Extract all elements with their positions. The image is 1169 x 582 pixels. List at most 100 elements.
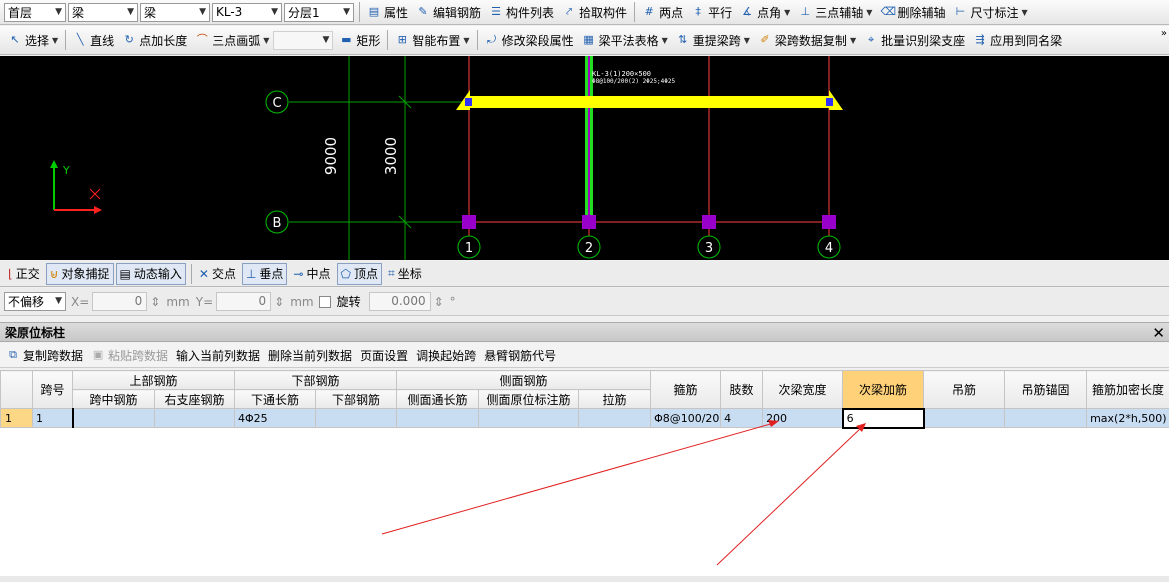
header-top-rebar[interactable]: 上部钢筋 (71, 370, 236, 390)
x-input[interactable]: 0 (92, 292, 148, 311)
paste-span-button[interactable]: ▣ 粘贴跨数据 (87, 344, 172, 366)
x-spinner-icon[interactable]: ⇕ (150, 295, 160, 309)
drawing-canvas[interactable]: KL-3(1)200×500 Φ8@100/200(2) 2Φ25;4Φ25 C… (0, 56, 1169, 260)
header-hanger[interactable]: 吊筋 (923, 370, 1006, 409)
header-dense-length[interactable]: 箍筋加密长度 (1086, 370, 1169, 409)
arc-option-select[interactable]: ▼ (273, 30, 334, 50)
span-copy-button[interactable]: ✐ 梁跨数据复制 ▼ (754, 29, 860, 51)
header-tie[interactable]: 拉筋 (578, 389, 652, 409)
properties-button[interactable]: ▤ 属性 (363, 1, 412, 23)
coordinate-snap[interactable]: ⌗ 坐标 (384, 263, 426, 285)
rotate-spinner-icon[interactable]: ⇕ (434, 295, 444, 309)
type-select[interactable]: 梁 ▼ (140, 2, 210, 22)
offset-mode-select[interactable]: 不偏移 ▼ (4, 292, 66, 311)
header-side-rebar[interactable]: 侧面钢筋 (396, 370, 652, 390)
perpendicular-snap[interactable]: ⊥ 垂点 (241, 262, 288, 285)
input-column-button[interactable]: 输入当前列数据 (172, 344, 264, 366)
header-secondary-add[interactable]: 次梁加筋 (842, 370, 925, 409)
category-select[interactable]: 梁 ▼ (68, 2, 138, 22)
flat-table-button[interactable]: ▦ 梁平法表格 ▼ (578, 29, 672, 51)
table-row[interactable]: 1 1 4Φ25 Φ8@100/20 4 200 6 max(2*h,500) (0, 407, 1169, 429)
vertex-snap[interactable]: ⬠ 顶点 (336, 262, 382, 285)
intersection-snap[interactable]: ✕ 交点 (195, 263, 240, 285)
row-number[interactable]: 1 (0, 408, 33, 428)
component-list-button[interactable]: ☰ 构件列表 (485, 1, 558, 23)
two-points-button[interactable]: # 两点 (638, 1, 687, 23)
point-length-button[interactable]: ↻ 点加长度 (118, 29, 191, 51)
header-stirrup[interactable]: 箍筋 (650, 370, 722, 409)
column-b4[interactable] (822, 215, 836, 229)
magnet-icon: ⊌ (49, 266, 59, 281)
dimension-button[interactable]: ⊢ 尺寸标注 ▼ (949, 1, 1031, 23)
header-span-no[interactable]: 跨号 (32, 370, 73, 409)
y-spinner-icon[interactable]: ⇕ (274, 295, 284, 309)
column-b1[interactable] (462, 215, 476, 229)
cell-right-support[interactable] (153, 408, 236, 428)
cell-bottom[interactable] (315, 408, 398, 428)
cell-secondary-width[interactable]: 200 (762, 408, 844, 428)
relift-span-button[interactable]: ⇅ 重提梁跨 ▼ (672, 29, 754, 51)
top-toolbar: 首层 ▼ 梁 ▼ 梁 ▼ KL-3 ▼ 分层1 ▼ ▤ 属性 ✎ 编辑钢筋 ☰ 构件列表 ⤤ 拾取… (0, 0, 1169, 25)
cell-hanger-anchor[interactable] (1004, 408, 1088, 428)
header-bottom-through[interactable]: 下通长筋 (234, 389, 317, 409)
column-b2[interactable] (582, 215, 596, 229)
cell-mid-span[interactable] (71, 408, 155, 428)
header-hanger-anchor[interactable]: 吊筋锚固 (1004, 370, 1088, 409)
close-icon[interactable]: ✕ (1152, 323, 1165, 343)
cell-tie[interactable] (578, 408, 652, 428)
cell-side-through[interactable] (396, 408, 480, 428)
smart-layout-button[interactable]: ⊞ 智能布置 ▼ (391, 29, 473, 51)
y-input[interactable]: 0 (216, 292, 272, 311)
cell-side-original[interactable] (478, 408, 580, 428)
three-point-arc-button[interactable]: ⌒ 三点画弧 ▼ (191, 29, 273, 51)
header-right-support[interactable]: 右支座钢筋 (153, 389, 236, 409)
pick-component-button[interactable]: ⤤ 拾取构件 (558, 1, 631, 23)
object-snap-toggle[interactable]: ⊌ 对象捕捉 (45, 262, 114, 285)
header-secondary-width[interactable]: 次梁宽度 (762, 370, 844, 409)
floor-select[interactable]: 首层 ▼ (4, 2, 66, 22)
three-point-axis-button[interactable]: ⊥ 三点辅轴 ▼ (794, 1, 876, 23)
cell-bottom-through[interactable]: 4Φ25 (234, 408, 317, 428)
ortho-toggle[interactable]: ⌊ 正交 (4, 263, 44, 285)
rectangle-button[interactable]: ▬ 矩形 (335, 29, 384, 51)
layer-select[interactable]: 分层1 ▼ (284, 2, 354, 22)
dynamic-input-toggle[interactable]: ▤ 动态输入 (115, 262, 186, 285)
parallel-button[interactable]: ‡ 平行 (687, 1, 736, 23)
cantilever-code-button[interactable]: 悬臂钢筋代号 (480, 344, 560, 366)
cell-stirrup[interactable]: Φ8@100/20 (650, 408, 722, 428)
component-select[interactable]: KL-3 ▼ (212, 2, 282, 22)
page-setup-button[interactable]: 页面设置 (356, 344, 412, 366)
delete-axis-button[interactable]: ⌫ 删除辅轴 (876, 1, 949, 23)
modify-segment-button[interactable]: ⤾ 修改梁段属性 (481, 29, 578, 51)
cell-dense-length[interactable]: max(2*h,500) (1086, 408, 1169, 428)
beam-annotation: KL-3(1)200×500 (592, 70, 651, 78)
pick-component-label: 拾取构件 (579, 5, 628, 20)
header-side-original[interactable]: 侧面原位标注筋 (478, 389, 580, 409)
column-b3[interactable] (702, 215, 716, 229)
apply-same-name-button[interactable]: ⇶ 应用到同名梁 (969, 29, 1066, 51)
delete-column-button[interactable]: 删除当前列数据 (264, 344, 356, 366)
batch-identify-button[interactable]: ⌖ 批量识别梁支座 (860, 29, 969, 51)
cell-hanger[interactable] (923, 408, 1006, 428)
layer-value: 分层1 (288, 5, 320, 20)
adjust-start-button[interactable]: 调换起始跨 (412, 344, 480, 366)
header-bottom-rebar[interactable]: 下部钢筋 (234, 370, 398, 390)
rotate-checkbox[interactable] (318, 295, 331, 308)
line-button[interactable]: ╲ 直线 (69, 29, 118, 51)
toolbar-overflow-icon[interactable]: » (1161, 28, 1167, 39)
header-side-through[interactable]: 侧面通长筋 (396, 389, 480, 409)
beam-kl3[interactable] (470, 96, 829, 108)
midpoint-snap[interactable]: ⊸ 中点 (289, 263, 334, 285)
cell-legs[interactable]: 4 (720, 408, 764, 428)
header-mid-span[interactable]: 跨中钢筋 (72, 389, 155, 409)
copy-span-button[interactable]: ⧉ 复制跨数据 (2, 344, 87, 366)
select-button[interactable]: ↖ 选择 ▼ (4, 29, 62, 51)
edit-rebar-button[interactable]: ✎ 编辑钢筋 (412, 1, 485, 23)
point-angle-button[interactable]: ∡ 点角 ▼ (736, 1, 794, 23)
rotate-input[interactable]: 0.000 (368, 292, 431, 311)
header-bottom-sub[interactable]: 下部钢筋 (315, 389, 398, 409)
list-icon: ☰ (491, 5, 501, 18)
cell-span[interactable]: 1 (32, 408, 73, 428)
header-legs[interactable]: 肢数 (720, 370, 764, 409)
cell-secondary-add[interactable]: 6 (841, 407, 925, 429)
